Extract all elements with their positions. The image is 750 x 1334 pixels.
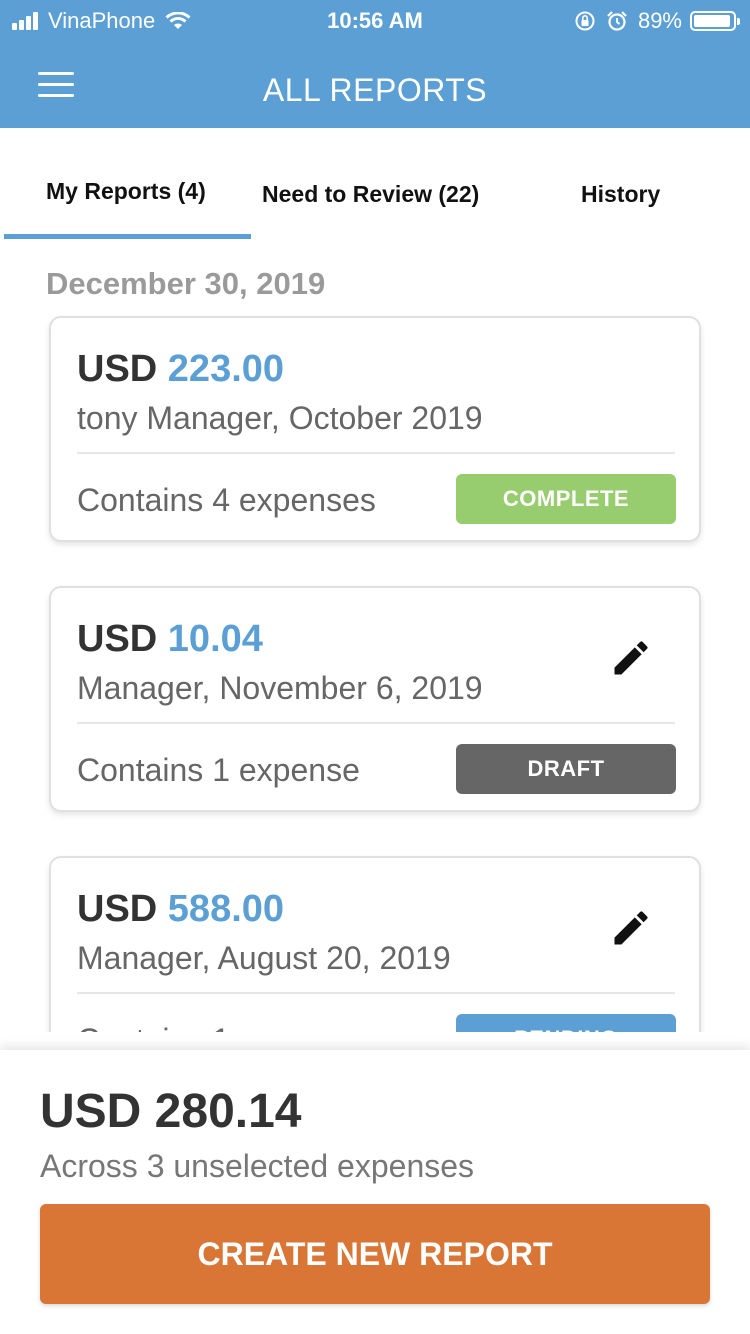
status-right: 89% [574, 8, 740, 34]
report-amount-value: 10.04 [167, 618, 263, 660]
report-amount: USD 10.04 [77, 618, 263, 661]
tab-history[interactable]: History [581, 181, 660, 208]
report-amount: USD 588.00 [77, 888, 284, 931]
report-title: Manager, November 6, 2019 [77, 670, 483, 706]
card-divider [77, 722, 675, 724]
summary-panel: USD 280.14 Across 3 unselected expenses … [0, 1050, 750, 1334]
tab-need-to-review[interactable]: Need to Review (22) [262, 181, 479, 208]
report-currency: USD [77, 348, 158, 390]
app-header: VinaPhone 10:56 AM 89% ALL REPORTS [0, 0, 750, 128]
status-badge: PENDING [456, 1014, 676, 1032]
create-new-report-button[interactable]: CREATE NEW REPORT [40, 1204, 710, 1304]
report-list[interactable]: USD 223.00 tony Manager, October 2019 Co… [0, 300, 750, 1032]
pencil-edit-icon[interactable] [609, 906, 653, 950]
alarm-icon [607, 11, 627, 31]
report-amount: USD 223.00 [77, 348, 284, 391]
report-card[interactable]: USD 223.00 tony Manager, October 2019 Co… [49, 316, 701, 542]
battery-percent: 89% [637, 8, 682, 33]
expense-count: Contains 4 expenses [77, 482, 376, 518]
card-divider [77, 452, 675, 454]
unselected-total: USD 280.14 [40, 1085, 302, 1138]
report-title: tony Manager, October 2019 [77, 400, 483, 436]
active-tab-indicator [4, 234, 251, 239]
tab-my-reports[interactable]: My Reports (4) [46, 178, 206, 205]
report-amount-value: 223.00 [167, 348, 285, 390]
report-amount-value: 588.00 [167, 888, 285, 930]
orientation-lock-icon [575, 11, 595, 31]
expense-count: Contains 1 expense [77, 1022, 360, 1032]
pencil-edit-icon[interactable] [609, 636, 653, 680]
report-currency: USD [77, 888, 158, 930]
report-tabs: My Reports (4) Need to Review (22) Histo… [0, 128, 750, 240]
status-badge: COMPLETE [456, 474, 676, 524]
status-badge: DRAFT [456, 744, 676, 794]
report-currency: USD [77, 618, 158, 660]
report-title: Manager, August 20, 2019 [77, 940, 451, 976]
unselected-summary: Across 3 unselected expenses [40, 1148, 475, 1184]
card-divider [77, 992, 675, 994]
battery-icon [690, 11, 740, 31]
status-bar: VinaPhone 10:56 AM 89% [0, 0, 750, 40]
page-title: ALL REPORTS [262, 72, 488, 108]
date-section-header: December 30, 2019 [46, 266, 326, 301]
expense-count: Contains 1 expense [77, 752, 360, 788]
report-card[interactable]: USD 10.04 Manager, November 6, 2019 Cont… [49, 586, 701, 812]
report-card[interactable]: USD 588.00 Manager, August 20, 2019 Cont… [49, 856, 701, 1032]
